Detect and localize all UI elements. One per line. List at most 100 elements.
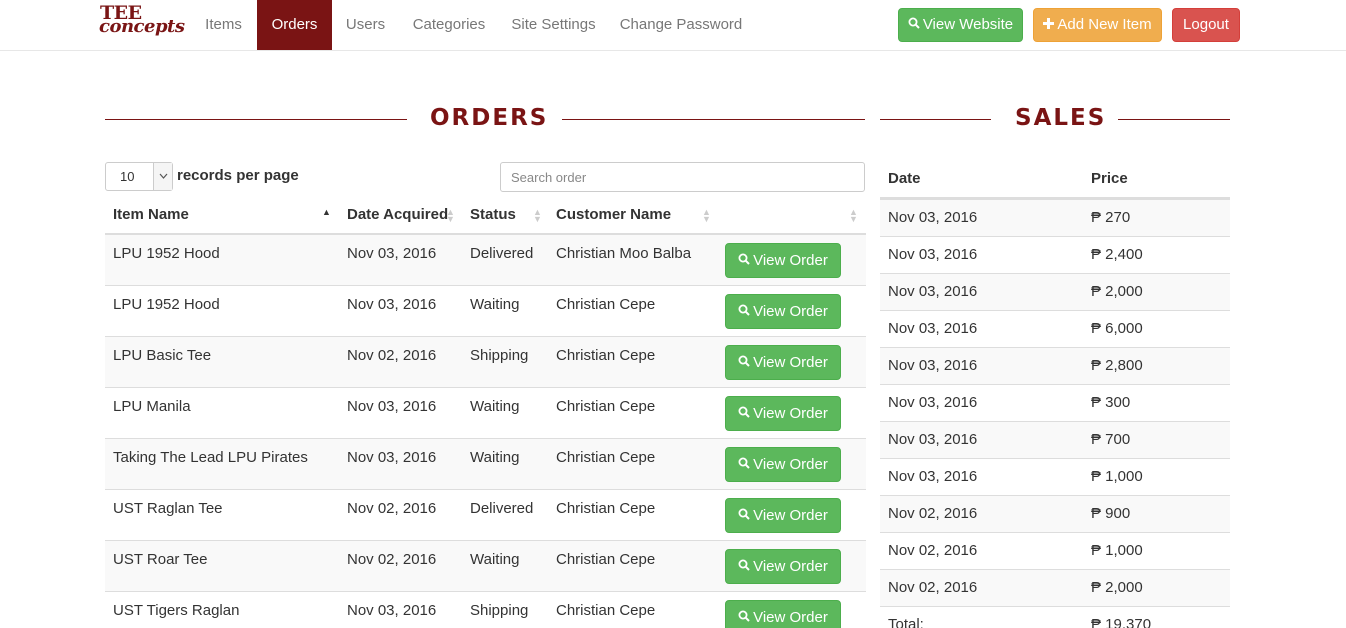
view-order-button[interactable]: View Order	[725, 447, 841, 482]
sales-price: ₱ 2,000	[1091, 283, 1143, 300]
cell-date: Nov 03, 2016	[347, 398, 437, 415]
cell-date: Nov 02, 2016	[347, 500, 437, 517]
cell-date: Nov 03, 2016	[347, 296, 437, 313]
cell-customer: Christian Cepe	[556, 500, 656, 517]
col-price: Price	[1091, 170, 1128, 187]
sort-icon[interactable]: ▲ ▼	[446, 208, 455, 224]
col-customer-name[interactable]: Customer Name	[556, 198, 671, 234]
table-row: LPU 1952 Hood Nov 03, 2016 Waiting Christia…	[105, 285, 866, 336]
table-row: Taking The Lead LPU Pirates Nov 03, 2016 W…	[105, 438, 866, 489]
cell-status: Delivered	[470, 245, 534, 262]
col-date: Date	[888, 170, 921, 187]
records-per-page-value: 10	[120, 169, 135, 184]
logout-button[interactable]: Logout	[1172, 8, 1240, 42]
sales-price: ₱ 270	[1091, 209, 1131, 226]
sales-row: Nov 03, 2016 ₱ 700	[880, 421, 1230, 458]
sales-row: Nov 03, 2016 ₱ 2,400	[880, 236, 1230, 273]
search-icon	[738, 397, 750, 430]
sales-date: Nov 02, 2016	[888, 542, 978, 559]
brand-logo[interactable]: TEE concepts	[99, 2, 185, 47]
search-icon	[738, 601, 750, 628]
cell-status: Shipping	[470, 602, 529, 619]
plus-icon	[1043, 9, 1055, 41]
sales-date: Nov 03, 2016	[888, 357, 978, 374]
cell-date: Nov 02, 2016	[347, 347, 437, 364]
cell-customer: Christian Cepe	[556, 296, 656, 313]
table-row: UST Raglan Tee Nov 02, 2016 Delivered Chris…	[105, 489, 866, 540]
records-per-page-label: records per page	[177, 167, 299, 184]
view-order-button[interactable]: View Order	[725, 549, 841, 584]
view-order-button[interactable]: View Order	[725, 498, 841, 533]
add-new-item-label: Add New Item	[1057, 16, 1152, 33]
view-order-label: View Order	[753, 609, 828, 626]
sort-icon[interactable]: ▲ ▼	[849, 208, 858, 224]
search-order-input[interactable]	[500, 162, 865, 192]
cell-customer: Christian Cepe	[556, 398, 656, 415]
brand-logo-line2: concepts	[99, 16, 185, 37]
add-new-item-button[interactable]: Add New Item	[1033, 8, 1162, 42]
view-order-button[interactable]: View Order	[725, 243, 841, 278]
nav-site-settings[interactable]: Site Settings	[499, 0, 608, 50]
view-order-label: View Order	[753, 456, 828, 473]
view-order-label: View Order	[753, 507, 828, 524]
table-row: LPU Manila Nov 03, 2016 Waiting Christian C…	[105, 387, 866, 438]
view-order-button[interactable]: View Order	[725, 294, 841, 329]
sales-row: Nov 02, 2016 ₱ 1,000	[880, 532, 1230, 569]
search-icon	[738, 244, 750, 277]
nav-orders[interactable]: Orders	[257, 0, 332, 50]
view-website-button[interactable]: View Website	[898, 8, 1023, 42]
search-icon	[738, 448, 750, 481]
sales-total-value: ₱ 19,370	[1091, 616, 1152, 628]
col-date-acquired[interactable]: Date Acquired	[347, 198, 448, 234]
sales-price: ₱ 6,000	[1091, 320, 1143, 337]
table-row: LPU 1952 Hood Nov 03, 2016 Delivered Christ…	[105, 234, 866, 285]
view-order-button[interactable]: View Order	[725, 600, 841, 628]
search-icon	[738, 499, 750, 532]
sales-date: Nov 03, 2016	[888, 431, 978, 448]
cell-customer: Christian Cepe	[556, 449, 656, 466]
view-order-label: View Order	[753, 303, 828, 320]
sales-row: Nov 03, 2016 ₱ 300	[880, 384, 1230, 421]
view-order-label: View Order	[753, 405, 828, 422]
sales-price: ₱ 1,000	[1091, 542, 1143, 559]
nav-change-password[interactable]: Change Password	[608, 0, 754, 50]
top-navbar: TEE concepts Items Orders Users Categori…	[0, 0, 1346, 51]
sales-row: Nov 02, 2016 ₱ 2,000	[880, 569, 1230, 606]
cell-status: Waiting	[470, 449, 520, 466]
sales-price: ₱ 700	[1091, 431, 1131, 448]
sales-price: ₱ 2,800	[1091, 357, 1143, 374]
nav-categories[interactable]: Categories	[399, 0, 499, 50]
cell-customer: Christian Cepe	[556, 347, 656, 364]
cell-status: Delivered	[470, 500, 534, 517]
search-icon	[908, 9, 920, 41]
sales-total-label: Total:	[888, 616, 924, 628]
col-item-name[interactable]: Item Name	[113, 198, 189, 234]
cell-item: UST Tigers Raglan	[113, 602, 240, 619]
sort-asc-icon[interactable]: ▲	[322, 208, 331, 217]
view-website-label: View Website	[922, 16, 1014, 33]
sales-row: Nov 02, 2016 ₱ 900	[880, 495, 1230, 532]
sales-date: Nov 03, 2016	[888, 246, 978, 263]
orders-heading-line-right	[562, 119, 865, 120]
cell-status: Waiting	[470, 398, 520, 415]
sales-row: Nov 03, 2016 ₱ 270	[880, 199, 1230, 236]
view-order-button[interactable]: View Order	[725, 396, 841, 431]
cell-date: Nov 03, 2016	[347, 449, 437, 466]
view-order-button[interactable]: View Order	[725, 345, 841, 380]
sort-icon[interactable]: ▲ ▼	[702, 208, 711, 224]
cell-status: Shipping	[470, 347, 529, 364]
nav-users[interactable]: Users	[332, 0, 399, 50]
view-order-label: View Order	[753, 354, 828, 371]
search-icon	[738, 346, 750, 379]
sort-icon[interactable]: ▲ ▼	[533, 208, 542, 224]
nav-items[interactable]: Items	[192, 0, 255, 50]
sales-date: Nov 03, 2016	[888, 468, 978, 485]
sales-price: ₱ 900	[1091, 505, 1131, 522]
sales-date: Nov 02, 2016	[888, 505, 978, 522]
col-status[interactable]: Status	[470, 198, 516, 234]
sales-row: Nov 03, 2016 ₱ 6,000	[880, 310, 1230, 347]
orders-title: ORDERS	[430, 105, 549, 131]
sales-date: Nov 02, 2016	[888, 579, 978, 596]
records-per-page-select[interactable]: 10	[105, 162, 173, 191]
cell-item: UST Raglan Tee	[113, 500, 223, 517]
